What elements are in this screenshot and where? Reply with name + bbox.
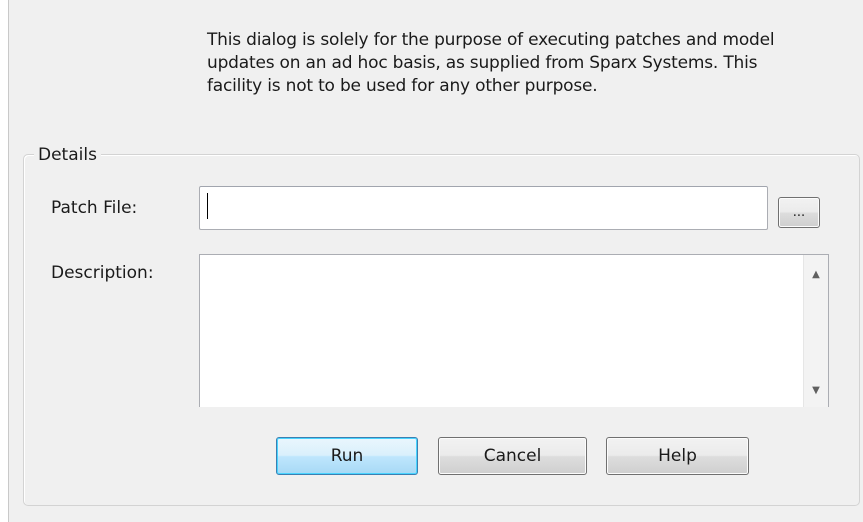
cancel-button[interactable]: Cancel <box>438 437 587 475</box>
details-legend: Details <box>34 144 101 166</box>
patch-file-label: Patch File: <box>51 198 138 218</box>
intro-text: This dialog is solely for the purpose of… <box>207 30 775 96</box>
help-button[interactable]: Help <box>606 437 749 475</box>
patch-file-input[interactable] <box>199 186 768 230</box>
run-button[interactable]: Run <box>276 437 418 475</box>
scroll-up-arrow-icon[interactable]: ▲ <box>804 265 828 285</box>
patch-dialog: This dialog is solely for the purpose of… <box>0 0 863 522</box>
window-left-edge <box>0 0 9 522</box>
description-field: ▲ ▼ <box>199 254 829 407</box>
description-label: Description: <box>51 263 154 283</box>
text-caret <box>207 193 208 219</box>
scroll-down-arrow-icon[interactable]: ▼ <box>804 381 828 401</box>
description-scrollbar[interactable]: ▲ ▼ <box>803 255 828 407</box>
browse-button[interactable]: ... <box>778 197 820 228</box>
description-textarea[interactable] <box>201 256 804 407</box>
